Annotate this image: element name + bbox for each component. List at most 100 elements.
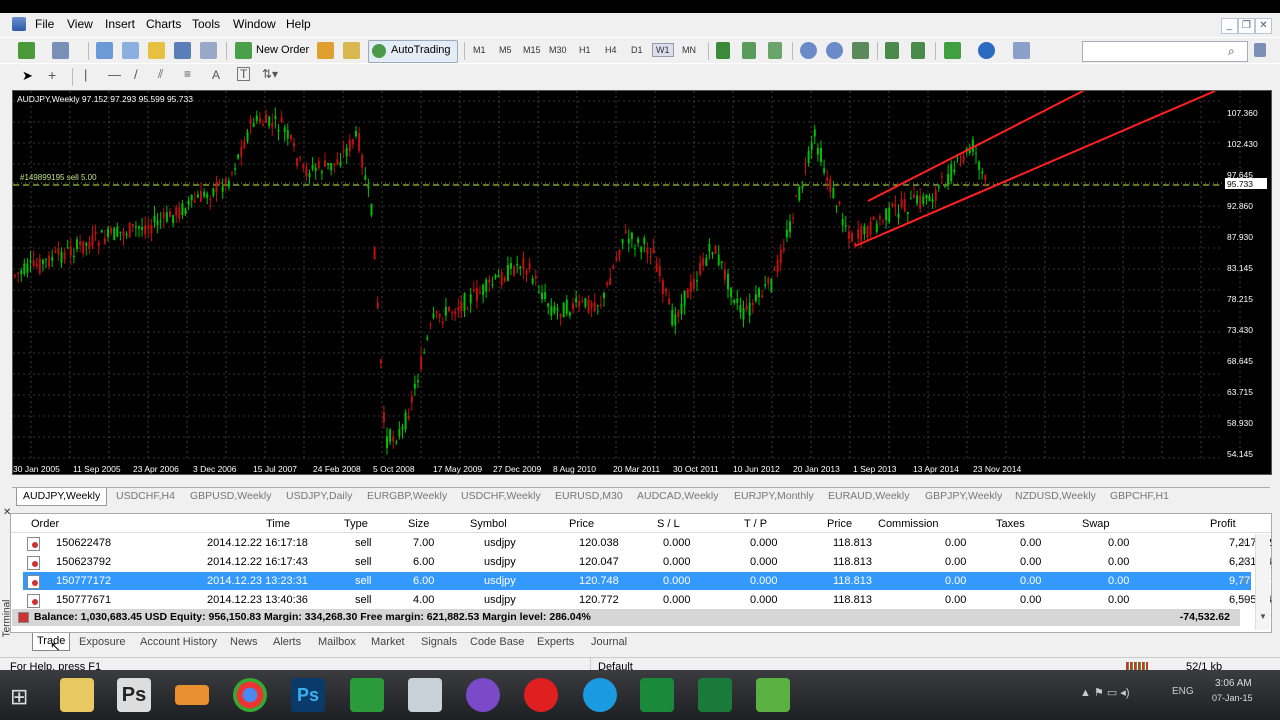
opera-icon[interactable] (524, 678, 558, 712)
col-sl[interactable]: S / L (657, 518, 680, 530)
trade-row[interactable]: 150777671 2014.12.23 13:40:36 sell 4.00 usdj… (23, 591, 1272, 609)
chart-tab-audjpy[interactable]: AUDJPY,Weekly (16, 488, 108, 506)
calculator-icon[interactable] (408, 678, 442, 712)
new-chart-icon[interactable] (18, 42, 35, 59)
col-type[interactable]: Type (344, 518, 368, 530)
menu-file[interactable]: File (35, 17, 54, 31)
tab-journal[interactable]: Journal (591, 636, 627, 648)
strategy-tester-icon[interactable] (200, 42, 217, 59)
chart-tab-eurusd[interactable]: EURUSD,M30 (555, 490, 623, 502)
crosshair-icon[interactable]: + (48, 67, 56, 83)
chart-tab-gbpjpy[interactable]: GBPJPY,Weekly (925, 490, 1002, 502)
navigator-icon[interactable] (148, 42, 165, 59)
close-order-icon[interactable]: × (1241, 575, 1247, 587)
chart-tab-audcad[interactable]: AUDCAD,Weekly (637, 490, 719, 502)
autoscroll-icon[interactable] (911, 42, 925, 59)
bar-chart-icon[interactable] (716, 42, 730, 59)
trade-row[interactable]: 150622478 2014.12.22 16:17:18 sell 7.00 usdj… (23, 534, 1272, 552)
indicators-icon[interactable] (944, 42, 961, 59)
tray-date[interactable]: 07-Jan-15 (1212, 693, 1253, 703)
tf-m5[interactable]: M5 (499, 45, 512, 55)
mobiola-icon[interactable] (175, 685, 209, 705)
chart-tab-nzdusd[interactable]: NZDUSD,Weekly (1015, 490, 1096, 502)
menu-window[interactable]: Window (233, 17, 276, 31)
close-order-icon[interactable]: × (1241, 537, 1247, 549)
tf-d1[interactable]: D1 (631, 45, 643, 55)
minimize-icon[interactable]: _ (1221, 18, 1238, 34)
file-explorer-icon[interactable] (60, 678, 94, 712)
tf-m30[interactable]: M30 (549, 45, 567, 55)
chart-tab-euraud[interactable]: EURAUD,Weekly (828, 490, 910, 502)
candlestick-icon[interactable] (742, 42, 756, 59)
chart-tab-eurgbp[interactable]: EURGBP,Weekly (367, 490, 447, 502)
col-commission[interactable]: Commission (878, 518, 939, 530)
tab-news[interactable]: News (230, 636, 258, 648)
chart-tab-gbpchf[interactable]: GBPCHF,H1 (1110, 490, 1169, 502)
ps-app-icon[interactable]: Ps (117, 678, 151, 712)
zoom-in-icon[interactable] (800, 42, 817, 59)
skype-icon[interactable] (583, 678, 617, 712)
cursor-icon[interactable]: ➤ (22, 68, 33, 84)
col-current-price[interactable]: Price (827, 518, 852, 530)
periods-icon[interactable] (978, 42, 995, 59)
col-symbol[interactable]: Symbol (470, 518, 507, 530)
terminal-icon[interactable] (174, 42, 191, 59)
tf-m1[interactable]: M1 (473, 45, 486, 55)
tf-m15[interactable]: M15 (523, 45, 541, 55)
close-order-icon[interactable]: × (1241, 594, 1247, 606)
menu-tools[interactable]: Tools (192, 17, 220, 31)
tab-code-base[interactable]: Code Base (470, 636, 524, 648)
col-swap[interactable]: Swap (1082, 518, 1110, 530)
col-tp[interactable]: T / P (744, 518, 767, 530)
fibonacci-icon[interactable]: ≡ (184, 67, 191, 81)
col-order[interactable]: Order (31, 518, 59, 530)
templates-icon[interactable] (1013, 42, 1030, 59)
menu-insert[interactable]: Insert (105, 17, 135, 31)
tf-h4[interactable]: H4 (605, 45, 617, 55)
scroll-down-icon[interactable]: ▼ (1259, 612, 1267, 621)
equidistant-channel-icon[interactable]: ⫽ (158, 67, 163, 82)
tf-h1[interactable]: H1 (579, 45, 591, 55)
tf-mn[interactable]: MN (682, 45, 696, 55)
tab-account-history[interactable]: Account History (140, 636, 217, 648)
tab-experts[interactable]: Experts (537, 636, 574, 648)
restore-icon[interactable]: ❐ (1238, 18, 1255, 34)
zoom-out-icon[interactable] (826, 42, 843, 59)
menu-help[interactable]: Help (286, 17, 311, 31)
chart-window[interactable]: 107.360 102.430 97.645 92.860 87.930 83.145 78… (12, 90, 1272, 475)
new-order-icon[interactable] (235, 42, 252, 59)
search-icon[interactable]: ⌕ (1228, 44, 1235, 59)
vertical-line-icon[interactable]: | (84, 67, 87, 82)
chart-tab-usdchf-h4[interactable]: USDCHF,H4 (116, 490, 175, 502)
horizontal-line-icon[interactable]: — (108, 67, 121, 82)
experts-icon[interactable] (343, 42, 360, 59)
price-chart[interactable]: 107.360102.43097.64592.86087.93083.14578… (13, 91, 1271, 474)
chart-tab-gbpusd[interactable]: GBPUSD,Weekly (190, 490, 272, 502)
new-order-button[interactable]: New Order (256, 44, 309, 56)
col-taxes[interactable]: Taxes (996, 518, 1025, 530)
arrows-icon[interactable]: ⇅▾ (262, 67, 278, 81)
profiles-icon[interactable] (52, 42, 69, 59)
tf-w1[interactable]: W1 (652, 43, 674, 57)
text-label-icon[interactable]: T (237, 67, 251, 81)
viber-icon[interactable] (466, 678, 500, 712)
tile-windows-icon[interactable] (852, 42, 869, 59)
col-time[interactable]: Time (266, 518, 290, 530)
col-size[interactable]: Size (408, 518, 429, 530)
tray-time[interactable]: 3:06 AM (1215, 678, 1252, 689)
start-icon[interactable]: ⊞ (10, 684, 28, 710)
market-watch-icon[interactable] (96, 42, 113, 59)
tray-lang[interactable]: ENG (1172, 686, 1194, 697)
text-icon[interactable]: A (212, 68, 220, 82)
tab-signals[interactable]: Signals (421, 636, 457, 648)
tab-alerts[interactable]: Alerts (273, 636, 301, 648)
search-input[interactable] (1082, 41, 1248, 62)
menu-charts[interactable]: Charts (146, 17, 181, 31)
chart-tab-eurjpy[interactable]: EURJPY,Monthly (734, 490, 814, 502)
close-order-icon[interactable]: × (1241, 556, 1247, 568)
camtasia-recorder-icon[interactable] (698, 678, 732, 712)
camtasia-icon[interactable] (640, 678, 674, 712)
store-icon[interactable] (350, 678, 384, 712)
tab-mailbox[interactable]: Mailbox (318, 636, 356, 648)
metaeditor-icon[interactable] (317, 42, 334, 59)
